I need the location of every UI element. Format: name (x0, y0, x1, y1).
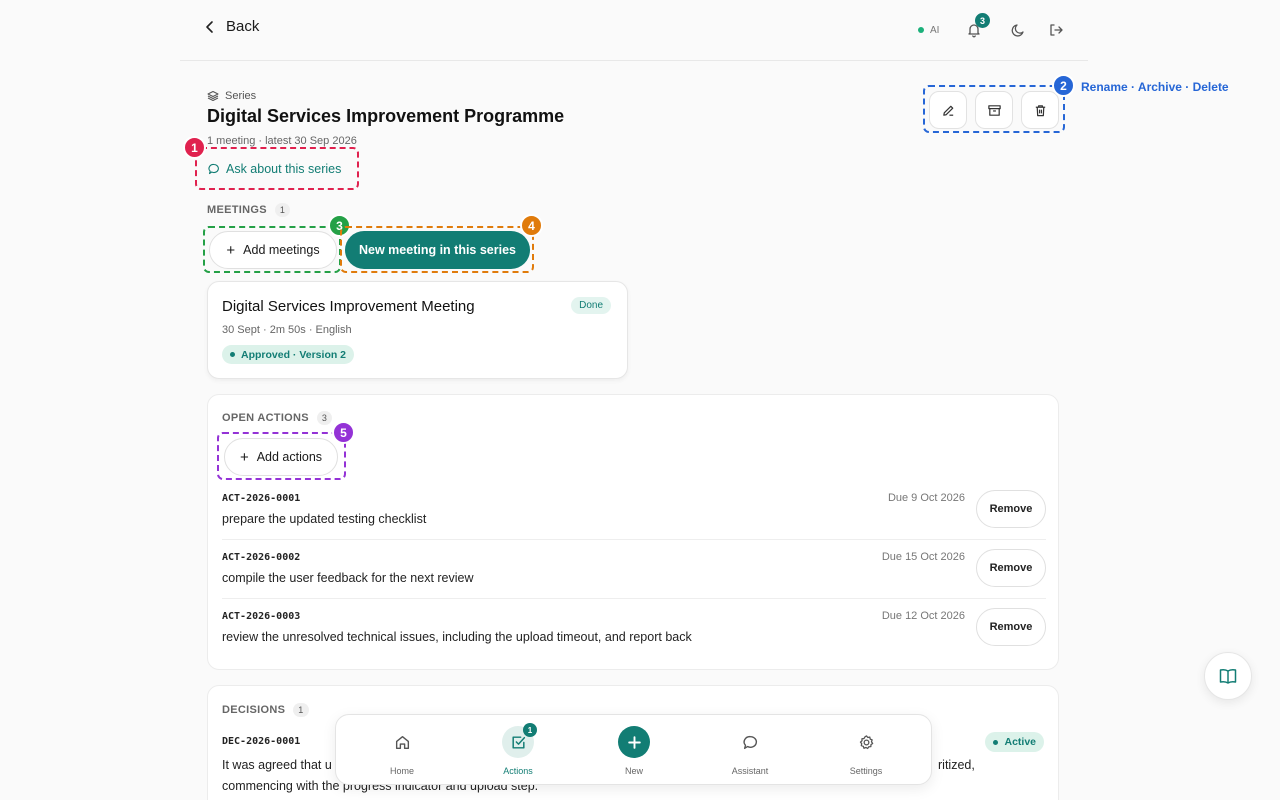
action-row: ACT-2026-0002 compile the user feedback … (222, 549, 1046, 593)
series-actions-annotation: Rename · Archive · Delete (1081, 80, 1229, 94)
status-badge: Done (571, 297, 611, 314)
series-label-text: Series (225, 90, 257, 102)
meeting-card[interactable]: Digital Services Improvement Meeting Don… (207, 281, 628, 379)
nav-settings-label: Settings (849, 766, 883, 776)
action-row: ACT-2026-0003 review the unresolved tech… (222, 608, 1046, 652)
ai-label: AI (930, 24, 940, 36)
nav-actions-badge: 1 (523, 723, 537, 737)
guide-button[interactable] (1204, 652, 1252, 700)
back-label: Back (226, 18, 260, 35)
nav-new[interactable]: New (594, 726, 674, 776)
action-due: Due 9 Oct 2026 (887, 492, 965, 504)
nav-home[interactable]: Home (362, 726, 442, 776)
annotation-box-add-meetings (203, 226, 341, 273)
decisions-label: DECISIONS (222, 704, 286, 716)
series-label: Series (207, 90, 256, 102)
action-text: review the unresolved technical issues, … (222, 630, 692, 644)
annotation-box-series-actions (923, 85, 1065, 133)
chevron-left-icon (206, 20, 213, 33)
actions-count: 3 (316, 411, 333, 425)
remove-action-button[interactable]: Remove (976, 608, 1046, 646)
plus-icon (618, 726, 650, 758)
book-icon (1219, 669, 1237, 684)
chat-bubble-icon (734, 726, 766, 758)
decision-text-start: It was agreed that u (222, 758, 332, 772)
ai-status-dot (918, 27, 924, 33)
nav-settings[interactable]: Settings (826, 726, 906, 776)
nav-home-label: Home (389, 766, 414, 776)
notifications-button[interactable]: 3 (962, 13, 990, 42)
annotation-badge-5: 5 (332, 421, 355, 444)
decision-text-end: ritized, (938, 758, 975, 772)
annotation-box-add-actions (217, 432, 346, 480)
top-bar: Back AI 3 (180, 0, 1088, 61)
meetings-label: MEETINGS (207, 204, 267, 216)
annotation-box-ask (195, 147, 359, 190)
nav-assistant[interactable]: Assistant (710, 726, 790, 776)
series-subtitle: 1 meeting · latest 30 Sep 2026 (207, 135, 357, 147)
meetings-section-label: MEETINGS 1 (207, 203, 291, 217)
approval-dot (230, 352, 235, 357)
decisions-section-label: DECISIONS 1 (222, 703, 309, 717)
home-icon (386, 726, 418, 758)
action-text: prepare the updated testing checklist (222, 512, 427, 526)
action-due: Due 12 Oct 2026 (881, 610, 965, 622)
nav-actions[interactable]: 1 Actions (478, 723, 558, 776)
back-button[interactable]: Back (202, 18, 259, 35)
divider (222, 539, 1046, 540)
action-id: ACT-2026-0001 (222, 493, 301, 504)
actions-section-label: OPEN ACTIONS 3 (222, 411, 333, 425)
decision-status-badge: Active (985, 732, 1044, 752)
annotation-badge-4: 4 (520, 214, 543, 237)
theme-toggle-button[interactable] (1006, 18, 1030, 42)
logout-button[interactable] (1044, 18, 1068, 42)
meetings-count: 1 (274, 203, 291, 217)
decisions-count: 1 (293, 703, 309, 717)
decision-status-label: Active (1004, 736, 1036, 748)
moon-icon (1011, 24, 1024, 37)
approval-badge: Approved · Version 2 (222, 345, 355, 364)
nav-assistant-label: Assistant (731, 766, 769, 776)
action-row: ACT-2026-0001 prepare the updated testin… (222, 490, 1046, 534)
layers-icon (207, 91, 219, 101)
bottom-nav: Home 1 Actions New Assistant Settings (335, 714, 932, 785)
ai-status[interactable]: AI (910, 20, 947, 40)
active-dot (993, 739, 999, 745)
remove-action-button[interactable]: Remove (976, 549, 1046, 587)
gear-icon (850, 726, 882, 758)
nav-actions-label: Actions (503, 766, 533, 776)
meeting-title: Digital Services Improvement Meeting (222, 298, 475, 315)
logout-icon (1050, 24, 1063, 36)
action-text: compile the user feedback for the next r… (222, 571, 474, 585)
annotation-badge-1: 1 (183, 136, 206, 159)
action-due: Due 15 Oct 2026 (881, 551, 965, 563)
remove-action-button[interactable]: Remove (976, 490, 1046, 528)
page-title: Digital Services Improvement Programme (207, 106, 565, 126)
action-id: ACT-2026-0002 (222, 552, 301, 563)
actions-label: OPEN ACTIONS (222, 412, 309, 424)
approval-label: Approved · Version 2 (241, 348, 347, 361)
annotation-badge-2: 2 (1052, 74, 1075, 97)
action-id: ACT-2026-0003 (222, 611, 301, 622)
check-square-icon: 1 (502, 723, 537, 758)
decision-id: DEC-2026-0001 (222, 736, 301, 747)
divider (222, 598, 1046, 599)
annotation-box-new-meeting (340, 226, 534, 273)
meeting-meta: 30 Sept · 2m 50s · English (222, 324, 352, 336)
notification-count: 3 (975, 13, 990, 28)
nav-new-label: New (624, 766, 643, 776)
